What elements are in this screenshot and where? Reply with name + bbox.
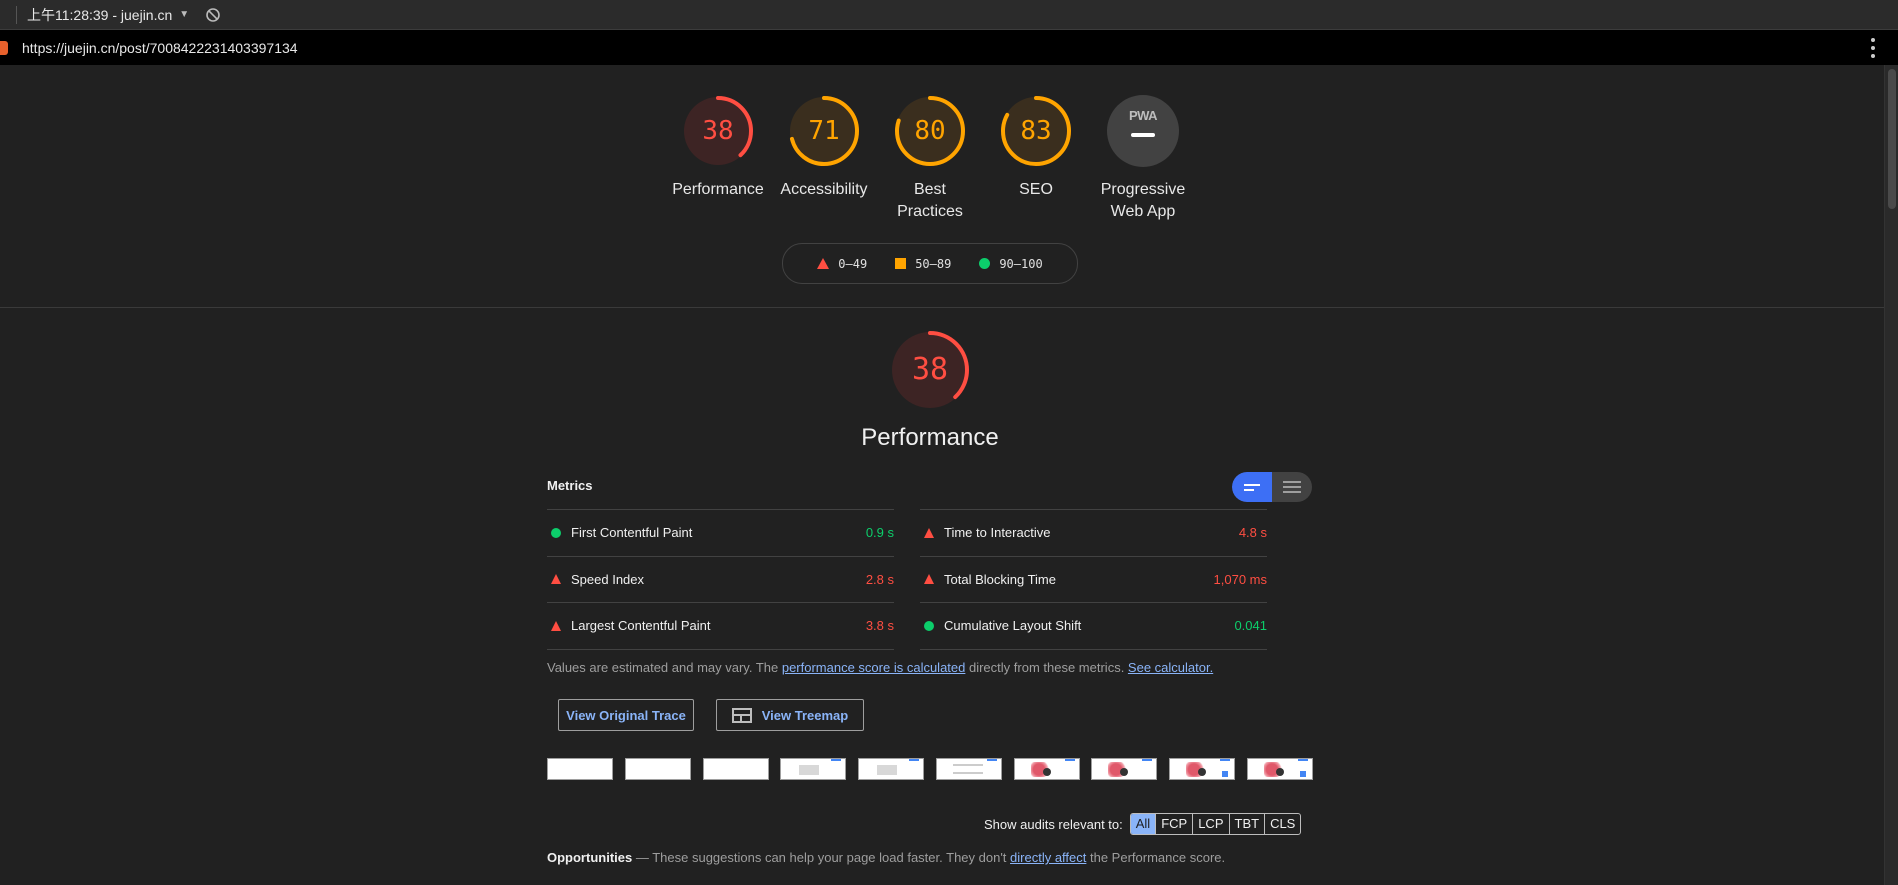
metrics-column-left: First Contentful Paint 0.9 s Speed Index…	[547, 509, 894, 650]
fail-triangle-icon	[551, 574, 561, 585]
scrollbar-thumb[interactable]	[1888, 69, 1896, 209]
gauge-ring: 83	[1000, 95, 1072, 167]
metric-value: 3.8 s	[865, 618, 894, 634]
filmstrip-frame	[858, 758, 925, 780]
legend-average: 50–89	[895, 257, 951, 271]
block-icon[interactable]	[205, 7, 221, 23]
metric-value: 0.9 s	[865, 525, 894, 541]
fail-triangle-icon	[551, 620, 561, 631]
toggle-expanded-view[interactable]	[1272, 472, 1312, 502]
metric-value: 0.041	[1234, 618, 1267, 634]
metrics-view-toggle[interactable]	[1232, 472, 1312, 502]
fail-triangle-icon	[924, 527, 934, 538]
gauge-seo[interactable]: 83 SEO	[983, 95, 1089, 201]
filter-chip-lcp[interactable]: LCP	[1192, 814, 1228, 834]
filter-chip-tbt[interactable]: TBT	[1228, 814, 1265, 834]
filter-chips: All FCP LCP TBT CLS	[1129, 813, 1302, 835]
metric-fcp: First Contentful Paint 0.9 s	[547, 509, 894, 556]
gauge-label: Accessibility	[780, 181, 868, 198]
filmstrip-frame	[935, 758, 1002, 780]
gauge-pwa[interactable]: PWA Progressive Web App	[1089, 95, 1197, 223]
view-treemap-button[interactable]: View Treemap	[716, 699, 864, 731]
more-vert-icon[interactable]	[1870, 38, 1876, 58]
score-legend: 0–49 50–89 90–100	[782, 243, 1078, 284]
scrollbar[interactable]	[1884, 65, 1898, 885]
gauge-label: Performance	[672, 181, 764, 198]
page-url[interactable]: https://juejin.cn/post/70084222314033971…	[22, 40, 298, 56]
gauge-label: Progressive Web App	[1100, 181, 1186, 220]
gauge-best-practices[interactable]: 80 Best Practices	[877, 95, 983, 223]
gauge-ring: 80	[894, 95, 966, 167]
filmstrip-frame	[547, 758, 613, 780]
gauge-score: 38	[702, 116, 734, 146]
metric-tti: Time to Interactive 4.8 s	[920, 509, 1267, 556]
view-original-trace-button[interactable]: View Original Trace	[558, 699, 694, 731]
filter-chip-cls[interactable]: CLS	[1264, 814, 1300, 834]
filmstrip-frame	[1169, 758, 1236, 780]
chevron-down-icon[interactable]: ▼	[179, 9, 189, 20]
gauge-score: 71	[808, 116, 840, 146]
metric-tbt: Total Blocking Time 1,070 ms	[920, 555, 1267, 603]
gauge-label: Best Practices	[897, 181, 963, 220]
pass-circle-icon	[924, 620, 934, 631]
toggle-compact-view[interactable]	[1232, 472, 1272, 502]
legend-fail: 0–49	[817, 257, 867, 271]
gauge-label: SEO	[1019, 181, 1053, 198]
filmstrip-frame	[1013, 758, 1080, 780]
filmstrip-frame	[1091, 758, 1158, 780]
treemap-icon	[731, 707, 752, 723]
metric-value: 2.8 s	[865, 571, 894, 587]
metric-lcp: Largest Contentful Paint 3.8 s	[547, 602, 894, 649]
report-info-bar: 上午11:28:39 - juejin.cn ▼	[0, 0, 1898, 30]
gauge-performance[interactable]: 38 Performance	[665, 95, 771, 201]
audit-filter: Show audits relevant to: All FCP LCP TBT…	[984, 813, 1302, 835]
opportunities-header: Opportunities — These suggestions can he…	[547, 850, 1226, 865]
performance-title: Performance	[861, 424, 999, 451]
opportunities-title: Opportunities	[547, 850, 633, 865]
url-bar: https://juejin.cn/post/70084222314033971…	[0, 30, 1898, 65]
performance-score: 38	[911, 352, 949, 387]
filter-chip-fcp[interactable]: FCP	[1155, 814, 1192, 834]
gauge-score: 83	[1020, 116, 1052, 146]
performance-gauge: 38	[890, 330, 970, 410]
gauge-ring: 71	[788, 95, 860, 167]
filmstrip-frame	[624, 758, 691, 780]
metrics-heading: Metrics	[547, 478, 593, 493]
square-icon	[895, 258, 907, 269]
gauge-score: 80	[914, 116, 946, 146]
filter-chip-all[interactable]: All	[1130, 814, 1156, 834]
filmstrip-frame	[702, 758, 769, 780]
lighthouse-logo-icon	[0, 40, 8, 55]
directly-affect-link[interactable]: directly affect	[1010, 850, 1086, 865]
metric-cls: Cumulative Layout Shift 0.041	[920, 602, 1267, 649]
metric-value: 1,070 ms	[1213, 571, 1267, 587]
circle-icon	[979, 258, 991, 269]
filmstrip-frame	[1246, 758, 1313, 780]
fail-triangle-icon	[924, 574, 934, 585]
filmstrip-frame	[780, 758, 847, 780]
metric-value: 4.8 s	[1238, 525, 1267, 541]
metric-speed-index: Speed Index 2.8 s	[547, 555, 894, 603]
divider	[16, 5, 17, 24]
pwa-badge-text: PWA	[1128, 108, 1158, 123]
filter-label: Show audits relevant to:	[984, 816, 1123, 832]
see-calculator-link[interactable]: See calculator.	[1128, 660, 1213, 675]
gauge-accessibility[interactable]: 71 Accessibility	[771, 95, 877, 201]
pass-circle-icon	[551, 527, 561, 538]
section-divider	[0, 307, 1884, 308]
report-timestamp: 上午11:28:39 - juejin.cn	[27, 6, 173, 23]
legend-pass: 90–100	[979, 257, 1043, 271]
triangle-icon	[817, 258, 830, 269]
pwa-badge-icon: PWA	[1107, 95, 1179, 167]
metrics-note: Values are estimated and may vary. The p…	[547, 660, 1214, 675]
filmstrip	[547, 758, 1313, 780]
score-calculated-link[interactable]: performance score is calculated	[782, 660, 966, 675]
metrics-column-right: Time to Interactive 4.8 s Total Blocking…	[920, 509, 1267, 650]
gauge-ring: 38	[682, 95, 754, 167]
